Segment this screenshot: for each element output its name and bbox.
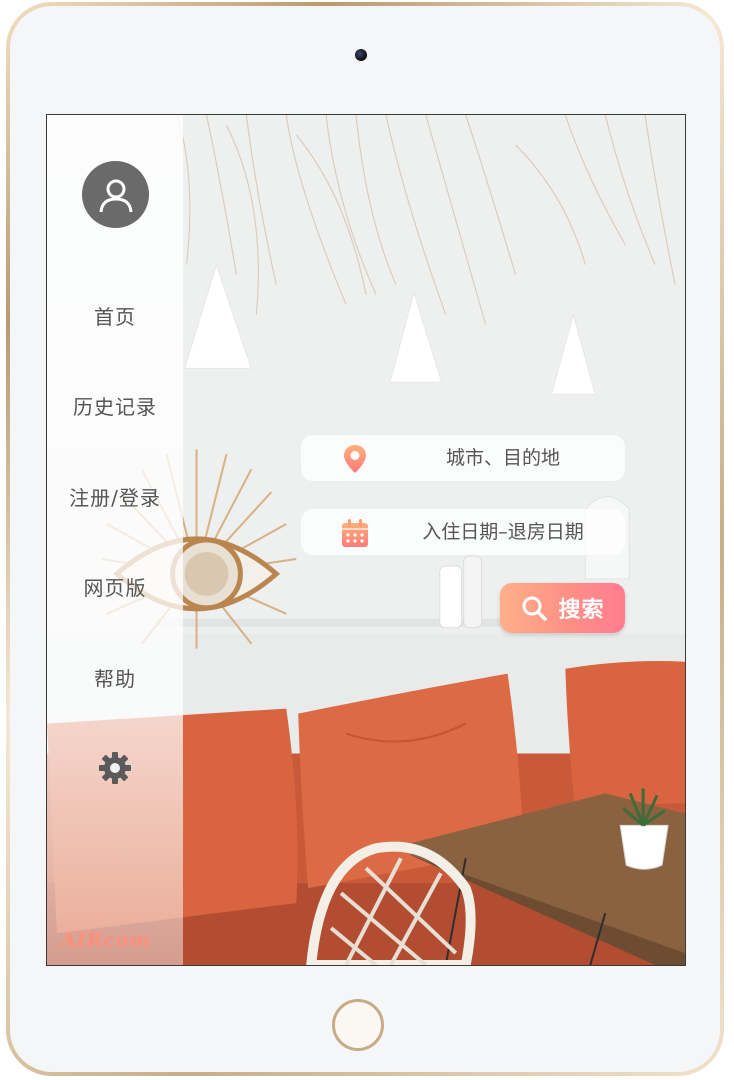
location-pin-icon [344,445,366,473]
sidebar-item-register-login[interactable]: 注册/登录 [47,482,183,511]
search-button-label: 搜索 [558,598,605,623]
destination-placeholder: 城市、目的地 [445,447,560,469]
dates-placeholder: 入住日期–退房日期 [422,521,584,543]
sidebar: 首页 历史记录 注册/登录 网页版 帮助 AIRcom [47,115,183,965]
sidebar-item-help[interactable]: 帮助 [47,663,183,692]
destination-field[interactable]: 城市、目的地 [301,435,625,481]
app-screen: 首页 历史记录 注册/登录 网页版 帮助 AIRcom 城市、目的地 入住日期–… [46,114,686,966]
settings-button[interactable] [98,751,132,785]
user-icon [99,179,132,212]
calendar-icon [342,519,368,547]
gear-icon [99,752,131,784]
front-camera [355,49,367,61]
sidebar-item-home[interactable]: 首页 [47,301,183,330]
sidebar-item-web-version[interactable]: 网页版 [47,572,183,601]
sidebar-item-history[interactable]: 历史记录 [47,391,183,420]
brand-logo: AIRcom [61,929,151,951]
home-button[interactable] [332,999,384,1051]
dates-field[interactable]: 入住日期–退房日期 [301,509,625,555]
search-icon [522,596,548,621]
avatar[interactable] [82,161,149,228]
search-button[interactable]: 搜索 [500,583,625,633]
